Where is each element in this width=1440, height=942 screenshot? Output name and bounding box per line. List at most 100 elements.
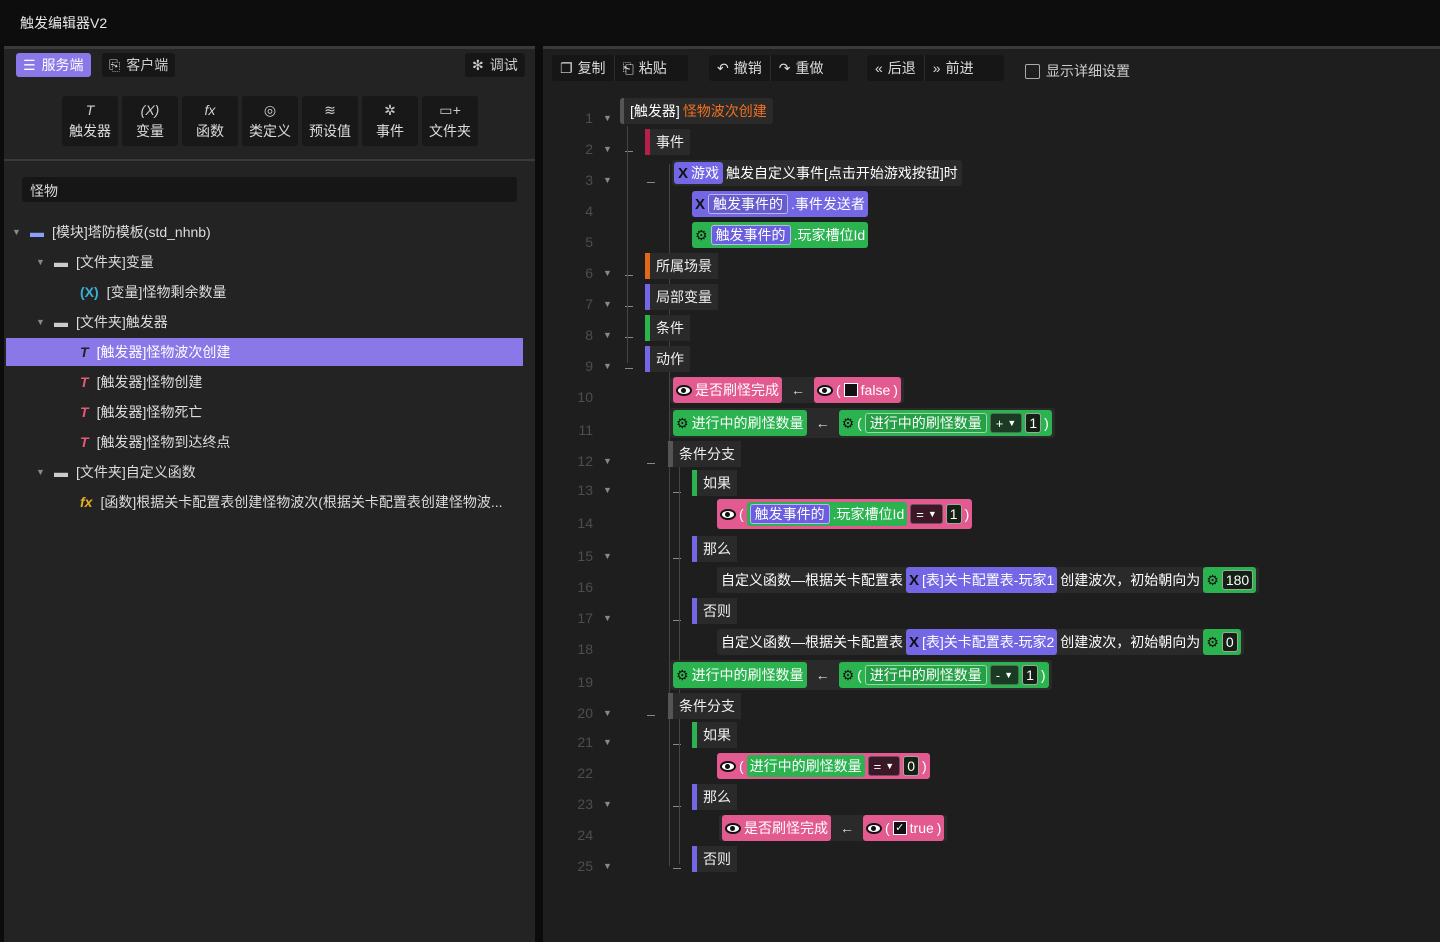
copy-button[interactable]: ❐ 复制 xyxy=(552,55,614,81)
tree-item-trigger[interactable]: T [触发器]怪物到达终点 xyxy=(80,428,230,456)
operator-dropdown[interactable]: = ▼ xyxy=(910,504,943,524)
fold-toggle-icon[interactable]: ▼ xyxy=(603,485,612,495)
clipboard-group: ❐ 复制 ⎗ 粘贴 xyxy=(552,55,688,81)
back-button[interactable]: «后退 xyxy=(867,55,924,81)
fold-toggle-icon[interactable]: ▼ xyxy=(603,799,612,809)
tab-client[interactable]: ⎘ 客户端 xyxy=(102,53,176,77)
tree-item-module[interactable]: ▼ ▬ [模块]塔防模板(std_nhnb) xyxy=(12,218,211,246)
fold-toggle-icon[interactable]: ▼ xyxy=(603,113,612,123)
else-2[interactable]: 否则 xyxy=(692,846,737,872)
then-1[interactable]: 那么 xyxy=(692,536,737,562)
folder-open-icon: ▬ xyxy=(30,224,44,240)
action-section[interactable]: 动作 xyxy=(645,346,690,372)
fold-toggle-icon[interactable]: ▼ xyxy=(603,144,612,154)
event-button[interactable]: ✲ 事件 xyxy=(362,96,418,146)
player-icon: ⚙ xyxy=(676,666,689,683)
eye-icon xyxy=(866,822,882,834)
player-icon: ⚙ xyxy=(841,666,855,683)
preset-button[interactable]: ≋ 预设值 xyxy=(302,96,358,146)
fold-toggle-icon[interactable]: ▼ xyxy=(603,299,612,309)
eye-icon xyxy=(817,384,833,396)
line-number: 6 xyxy=(585,265,593,281)
tree-item-function[interactable]: fx [函数]根据关卡配置表创建怪物波次(根据关卡配置表创建怪物波... xyxy=(80,488,503,516)
call-function-player2[interactable]: 自定义函数—根据关卡配置表 X [表]关卡配置表-玩家2 创建波次，初始朝向为 ⚙… xyxy=(717,629,1244,655)
collapse-icon[interactable]: ▼ xyxy=(36,317,46,327)
line-number: 12 xyxy=(577,453,593,469)
branch-2[interactable]: 条件分支 xyxy=(668,693,741,719)
fold-toggle-icon[interactable]: ▼ xyxy=(603,268,612,278)
fold-toggle-icon[interactable]: ▼ xyxy=(603,613,612,623)
local-var-section[interactable]: 局部变量 xyxy=(645,284,718,310)
trigger-button[interactable]: T 触发器 xyxy=(62,96,118,146)
branch-1[interactable]: 条件分支 xyxy=(668,441,741,467)
tab-server[interactable]: ☰ 服务端 xyxy=(16,53,91,77)
tree-item-folder-triggers[interactable]: ▼ ▬ [文件夹]触发器 xyxy=(36,308,168,336)
debug-button[interactable]: ✻ 调试 xyxy=(465,53,525,77)
fold-toggle-icon[interactable]: ▼ xyxy=(603,551,612,561)
line-number: 25 xyxy=(577,858,593,874)
tree-item-folder-variables[interactable]: ▼ ▬ [文件夹]变量 xyxy=(36,248,154,276)
fold-toggle-icon[interactable]: ▼ xyxy=(603,175,612,185)
assign-done-true[interactable]: 是否刷怪完成 ← (✓ true) xyxy=(719,815,948,841)
collapse-icon[interactable]: ▼ xyxy=(36,467,46,477)
assign-arrow-icon: ← xyxy=(815,415,830,431)
fold-toggle-icon[interactable]: ▼ xyxy=(603,330,612,340)
search-input[interactable]: 怪物 xyxy=(22,177,517,202)
show-details-toggle[interactable]: 显示详细设置 xyxy=(1025,61,1130,81)
checkbox-unchecked[interactable] xyxy=(843,383,858,397)
tree-item-folder-functions[interactable]: ▼ ▬ [文件夹]自定义函数 xyxy=(36,458,196,486)
event-sender-param[interactable]: X 触发事件的 .事件发送者 xyxy=(692,191,868,217)
collapse-icon[interactable]: ▼ xyxy=(36,257,46,267)
fold-toggle-icon[interactable]: ▼ xyxy=(603,708,612,718)
player-icon: ⚙ xyxy=(695,226,708,243)
operator-dropdown[interactable]: - ▼ xyxy=(989,665,1020,685)
fold-toggle-icon[interactable]: ▼ xyxy=(603,456,612,466)
variable-button[interactable]: (X) 变量 xyxy=(122,96,178,146)
trigger-header[interactable]: [触发器] 怪物波次创建 xyxy=(620,98,773,124)
collapse-icon[interactable]: ▼ xyxy=(12,227,22,237)
bug-icon: ✻ xyxy=(472,56,484,73)
tree-dash xyxy=(673,868,681,869)
assign-count-minus[interactable]: ⚙ 进行中的刷怪数量 ← ⚙(进行中的刷怪数量 - ▼ 1) xyxy=(670,660,1052,690)
back-icon: « xyxy=(875,60,883,76)
event-line[interactable]: X 游戏 触发自定义事件[点击开始游戏按钮]时 xyxy=(672,160,962,186)
paste-button[interactable]: ⎗ 粘贴 xyxy=(615,55,675,81)
operator-dropdown[interactable]: = ▼ xyxy=(867,756,901,776)
event-slot-param[interactable]: ⚙ 触发事件的 .玩家槽位Id xyxy=(692,222,869,248)
assign-done-false[interactable]: 是否刷怪完成 ← (false) xyxy=(670,377,904,403)
event-section[interactable]: 事件 xyxy=(645,129,690,155)
tree-item-variable[interactable]: (X) [变量]怪物剩余数量 xyxy=(80,278,226,306)
undo-icon: ↶ xyxy=(717,59,729,76)
line-number: 11 xyxy=(578,422,593,438)
if-1[interactable]: 如果 xyxy=(692,470,737,496)
scene-section[interactable]: 所属场景 xyxy=(645,253,718,279)
tree-item-trigger[interactable]: T [触发器]怪物创建 xyxy=(80,368,202,396)
fold-toggle-icon[interactable]: ▼ xyxy=(603,861,612,871)
divider xyxy=(4,159,535,161)
if-1-condition[interactable]: ( 触发事件的 .玩家槽位Id = ▼ 1) xyxy=(717,499,973,529)
checkbox[interactable] xyxy=(1025,63,1040,79)
fold-toggle-icon[interactable]: ▼ xyxy=(603,737,612,747)
if-2-condition[interactable]: ( 进行中的刷怪数量 = ▼ 0) xyxy=(717,753,930,779)
undo-button[interactable]: ↶ 撤销 xyxy=(709,55,770,81)
else-1[interactable]: 否则 xyxy=(692,598,737,624)
line-number: 17 xyxy=(577,610,593,626)
redo-button[interactable]: ↷ 重做 xyxy=(771,55,832,81)
assign-count-plus[interactable]: ⚙ 进行中的刷怪数量 ← ⚙(进行中的刷怪数量 + ▼ 1) xyxy=(670,408,1055,438)
function-icon: fx xyxy=(80,494,93,510)
forward-button[interactable]: » 前进 xyxy=(925,55,982,81)
preset-icon: ≋ xyxy=(324,101,336,118)
condition-section[interactable]: 条件 xyxy=(645,315,690,341)
function-button[interactable]: fx 函数 xyxy=(182,96,238,146)
folder-button[interactable]: ▭+ 文件夹 xyxy=(422,96,478,146)
operator-dropdown[interactable]: + ▼ xyxy=(989,413,1023,433)
then-2[interactable]: 那么 xyxy=(692,784,737,810)
fold-toggle-icon[interactable]: ▼ xyxy=(603,361,612,371)
checkbox-checked-icon[interactable]: ✓ xyxy=(892,821,907,835)
line-number: 3 xyxy=(585,172,593,188)
call-function-player1[interactable]: 自定义函数—根据关卡配置表 X [表]关卡配置表-玩家1 创建波次，初始朝向为 ⚙… xyxy=(717,567,1260,593)
tree-item-trigger-selected[interactable]: T [触发器]怪物波次创建 xyxy=(6,338,523,366)
if-2[interactable]: 如果 xyxy=(692,722,737,748)
class-def-button[interactable]: ◎ 类定义 xyxy=(242,96,298,146)
tree-item-trigger[interactable]: T [触发器]怪物死亡 xyxy=(80,398,202,426)
